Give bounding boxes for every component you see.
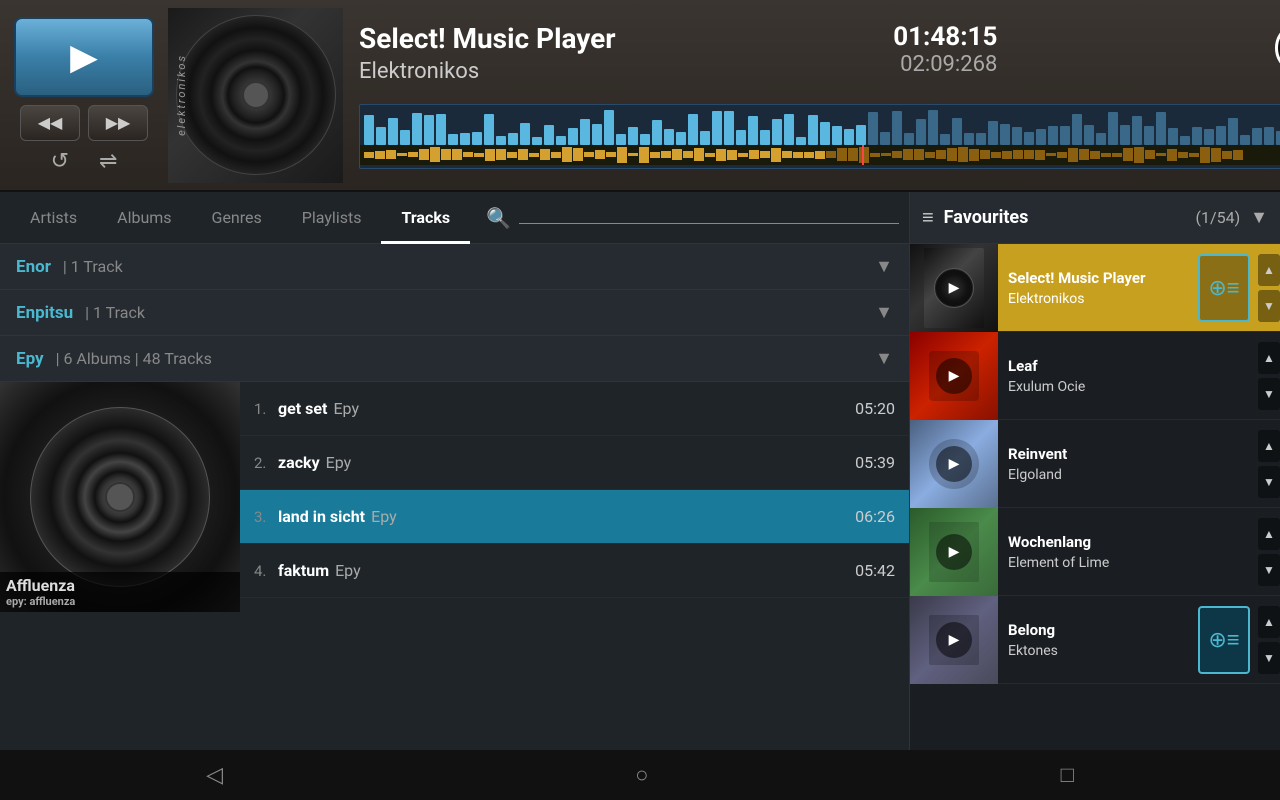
track-item-4[interactable]: 4. faktum Epy 05:42 bbox=[240, 544, 909, 598]
album-art: elektronikos bbox=[168, 8, 343, 183]
fav-play-btn-1[interactable]: ▶ bbox=[936, 270, 972, 306]
fav-thumb-2: ▶ bbox=[910, 332, 998, 420]
progress-indicator bbox=[862, 145, 864, 165]
fav-up-btn-1[interactable]: ▲ bbox=[1258, 254, 1280, 286]
artist-group-epy[interactable]: Epy | 6 Albums | 48 Tracks ▼ bbox=[0, 336, 909, 382]
track-item-3[interactable]: 3. land in sicht Epy 06:26 bbox=[240, 490, 909, 544]
back-button[interactable]: ◁ bbox=[176, 753, 253, 798]
artist-group-enor[interactable]: Enor | 1 Track ▼ bbox=[0, 244, 909, 290]
fav-play-btn-4[interactable]: ▶ bbox=[936, 534, 972, 570]
tab-tracks[interactable]: Tracks bbox=[381, 192, 470, 244]
fav-up-btn-2[interactable]: ▲ bbox=[1258, 342, 1280, 374]
main-content: Artists Albums Genres Playlists Tracks 🔍 bbox=[0, 192, 1280, 750]
fav-thumb-4: ▶ bbox=[910, 508, 998, 596]
track-title: Select! Music Player bbox=[359, 22, 616, 55]
track-list: Enor | 1 Track ▼ Enpitsu | 1 Track ▼ Epy… bbox=[0, 244, 909, 750]
fav-thumb-5: ▶ bbox=[910, 596, 998, 684]
tab-bar: Artists Albums Genres Playlists Tracks 🔍 bbox=[0, 192, 909, 244]
repeat-button[interactable]: ↺ bbox=[51, 149, 69, 174]
fav-info-4: Wochenlang Element of Lime bbox=[998, 525, 1254, 579]
fav-info-5: Belong Ektones bbox=[998, 613, 1194, 667]
fav-play-btn-5[interactable]: ▶ bbox=[936, 622, 972, 658]
fav-play-btn-3[interactable]: ▶ bbox=[936, 446, 972, 482]
fav-dropdown[interactable]: ▼ bbox=[1250, 207, 1268, 228]
play-button[interactable] bbox=[14, 17, 154, 97]
library-panel: Artists Albums Genres Playlists Tracks 🔍 bbox=[0, 192, 910, 750]
bottom-nav: ◁ ○ □ bbox=[0, 750, 1280, 800]
album-cover-affluenza: Affluenza epy: affluenza bbox=[0, 382, 240, 612]
fav-item-leaf[interactable]: ▶ Leaf Exulum Ocie ▲ ▼ bbox=[910, 332, 1280, 420]
tab-playlists[interactable]: Playlists bbox=[282, 192, 382, 244]
fav-info-2: Leaf Exulum Ocie bbox=[998, 349, 1254, 403]
tab-albums[interactable]: Albums bbox=[97, 192, 191, 244]
album-section-epy: Affluenza epy: affluenza 1. get set Epy … bbox=[0, 382, 909, 612]
shuffle-button[interactable]: ⇌ bbox=[99, 149, 117, 174]
fav-down-btn-3[interactable]: ▼ bbox=[1258, 466, 1280, 498]
prev-button[interactable]: ◀◀ bbox=[20, 105, 80, 141]
info-button[interactable]: i bbox=[1275, 22, 1280, 74]
track-item-1[interactable]: 1. get set Epy 05:20 bbox=[240, 382, 909, 436]
chevron-enpitsu: ▼ bbox=[875, 302, 893, 323]
fav-up-btn-4[interactable]: ▲ bbox=[1258, 518, 1280, 550]
search-button[interactable]: 🔍 bbox=[478, 198, 519, 238]
fav-down-btn-4[interactable]: ▼ bbox=[1258, 554, 1280, 586]
fav-down-btn-1[interactable]: ▼ bbox=[1258, 290, 1280, 322]
chevron-epy: ▼ bbox=[875, 348, 893, 369]
fav-list: ▶ Select! Music Player Elektronikos ⊕≡ ▲… bbox=[910, 244, 1280, 750]
vinyl-record bbox=[176, 15, 336, 175]
fav-item-wochenlang[interactable]: ▶ Wochenlang Element of Lime ▲ ▼ bbox=[910, 508, 1280, 596]
track-info: Select! Music Player Elektronikos 01:48:… bbox=[343, 8, 1280, 183]
time-current: 01:48:15 bbox=[893, 22, 997, 52]
fav-play-btn-2[interactable]: ▶ bbox=[936, 358, 972, 394]
chevron-enor: ▼ bbox=[875, 256, 893, 277]
album-art-label: elektronikos bbox=[175, 54, 188, 136]
fav-down-btn-2[interactable]: ▼ bbox=[1258, 378, 1280, 410]
fav-thumb-3: ▶ bbox=[910, 420, 998, 508]
fav-down-btn-5[interactable]: ▼ bbox=[1258, 642, 1280, 674]
home-button[interactable]: ○ bbox=[605, 752, 678, 798]
favourites-header: ≡ Favourites (1/54) ▼ bbox=[910, 192, 1280, 244]
fav-info-1: Select! Music Player Elektronikos bbox=[998, 261, 1194, 315]
fav-info-3: Reinvent Elgoland bbox=[998, 437, 1254, 491]
track-artist: Elektronikos bbox=[359, 59, 616, 84]
tab-artists[interactable]: Artists bbox=[10, 192, 97, 244]
fav-up-btn-5[interactable]: ▲ bbox=[1258, 606, 1280, 638]
track-item-2[interactable]: 2. zacky Epy 05:39 bbox=[240, 436, 909, 490]
transport-controls: ◀◀ ▶▶ ↺ ⇌ bbox=[0, 7, 168, 184]
fav-item-select-music-player[interactable]: ▶ Select! Music Player Elektronikos ⊕≡ ▲… bbox=[910, 244, 1280, 332]
search-underline bbox=[519, 223, 899, 224]
fav-up-btn-3[interactable]: ▲ bbox=[1258, 430, 1280, 462]
waveform[interactable] bbox=[359, 104, 1280, 169]
next-button[interactable]: ▶▶ bbox=[88, 105, 148, 141]
artist-group-enpitsu[interactable]: Enpitsu | 1 Track ▼ bbox=[0, 290, 909, 336]
recent-button[interactable]: □ bbox=[1031, 752, 1104, 798]
favourites-panel: ≡ Favourites (1/54) ▼ ▶ Select! Music Pl… bbox=[910, 192, 1280, 750]
album-title-label: Affluenza epy: affluenza bbox=[0, 572, 240, 612]
fav-item-belong[interactable]: ▶ Belong Ektones ⊕≡ ▲ ▼ bbox=[910, 596, 1280, 684]
tracks-list-epy: 1. get set Epy 05:20 2. zacky Epy 05:39 … bbox=[240, 382, 909, 612]
fav-item-reinvent[interactable]: ▶ Reinvent Elgoland ▲ ▼ bbox=[910, 420, 1280, 508]
fav-thumb-1: ▶ bbox=[910, 244, 998, 332]
player-bar: ◀◀ ▶▶ ↺ ⇌ elektronikos Select! Music Pla… bbox=[0, 0, 1280, 192]
tab-genres[interactable]: Genres bbox=[192, 192, 282, 244]
fav-add-playlist-btn-1[interactable]: ⊕≡ bbox=[1198, 254, 1250, 322]
fav-add-playlist-btn-5[interactable]: ⊕≡ bbox=[1198, 606, 1250, 674]
fav-list-icon: ≡ bbox=[922, 205, 934, 230]
time-total: 02:09:268 bbox=[893, 52, 997, 77]
